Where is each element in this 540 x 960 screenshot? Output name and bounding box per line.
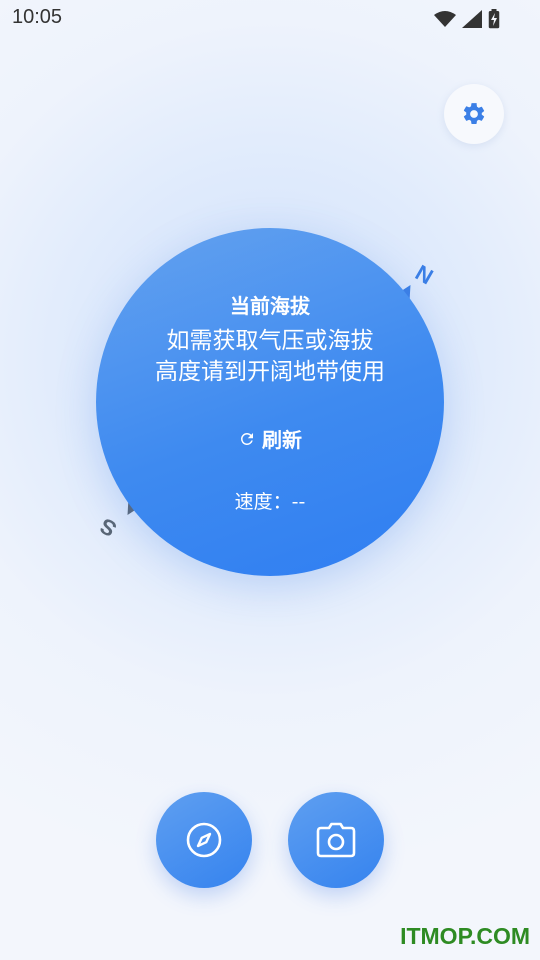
status-bar: 10:05: [0, 0, 540, 36]
refresh-icon: [240, 432, 253, 445]
altitude-message: 如需获取气压或海拔 高度请到开阔地带使用: [126, 326, 414, 388]
altitude-message-line2: 高度请到开阔地带使用: [155, 359, 385, 385]
speed-readout: 速度：--: [234, 491, 306, 513]
altitude-title: 当前海拔: [230, 294, 310, 318]
compass-button[interactable]: [156, 792, 252, 888]
battery-charging-icon: [488, 9, 500, 29]
status-icons: [434, 9, 500, 29]
compass-north-label: N: [411, 259, 438, 290]
refresh-button[interactable]: 刷新: [96, 424, 444, 453]
camera-icon: [316, 822, 356, 858]
watermark: ITMOP.COM: [400, 923, 530, 949]
wifi-icon: [434, 11, 456, 27]
compass-icon: [186, 822, 222, 858]
compass-south-label: S: [95, 512, 121, 542]
camera-button[interactable]: [288, 792, 384, 888]
altitude-message-line1: 如需获取气压或海拔: [166, 328, 374, 354]
gear-icon: [463, 103, 485, 124]
signal-icon: [462, 10, 482, 28]
refresh-label: 刷新: [262, 428, 302, 452]
settings-button[interactable]: [444, 84, 504, 144]
status-time: 10:05: [12, 6, 63, 28]
altitude-panel: 当前海拔 如需获取气压或海拔 高度请到开阔地带使用 刷新 速度：--: [96, 228, 444, 576]
